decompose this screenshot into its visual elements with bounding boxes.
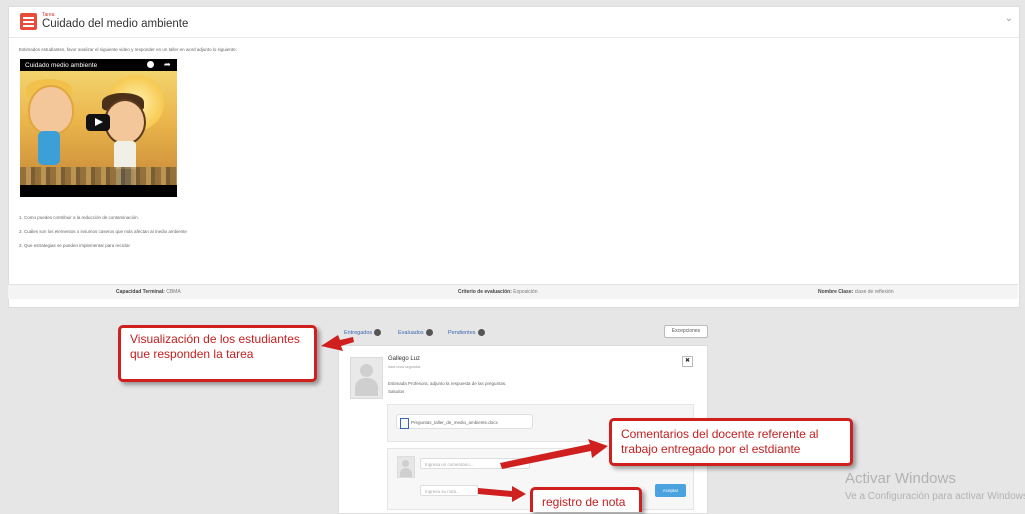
arrow-to-comment	[500, 439, 608, 469]
callout-comments-line-1: Comentarios del docente referente al	[621, 427, 819, 441]
windows-watermark-subtitle: Ve a Configuración para activar Windows.	[845, 491, 1025, 502]
callout-comments: Comentarios del docente referente al tra…	[609, 418, 853, 466]
arrow-to-grade	[478, 486, 526, 502]
annotation-arrows	[321, 335, 608, 502]
arrow-to-tabs	[321, 335, 354, 351]
callout-students-line-1: Visualización de los estudiantes	[130, 332, 300, 346]
callout-students-line-2: que responden la tarea	[130, 347, 254, 361]
callout-comments-line-2: trabajo entregado por el estdiante	[621, 442, 801, 456]
callout-grade: registro de nota	[530, 487, 642, 512]
callout-students: Visualización de los estudiantes que res…	[118, 325, 317, 382]
windows-watermark-title: Activar Windows	[845, 470, 956, 487]
callout-grade-text: registro de nota	[542, 495, 626, 509]
